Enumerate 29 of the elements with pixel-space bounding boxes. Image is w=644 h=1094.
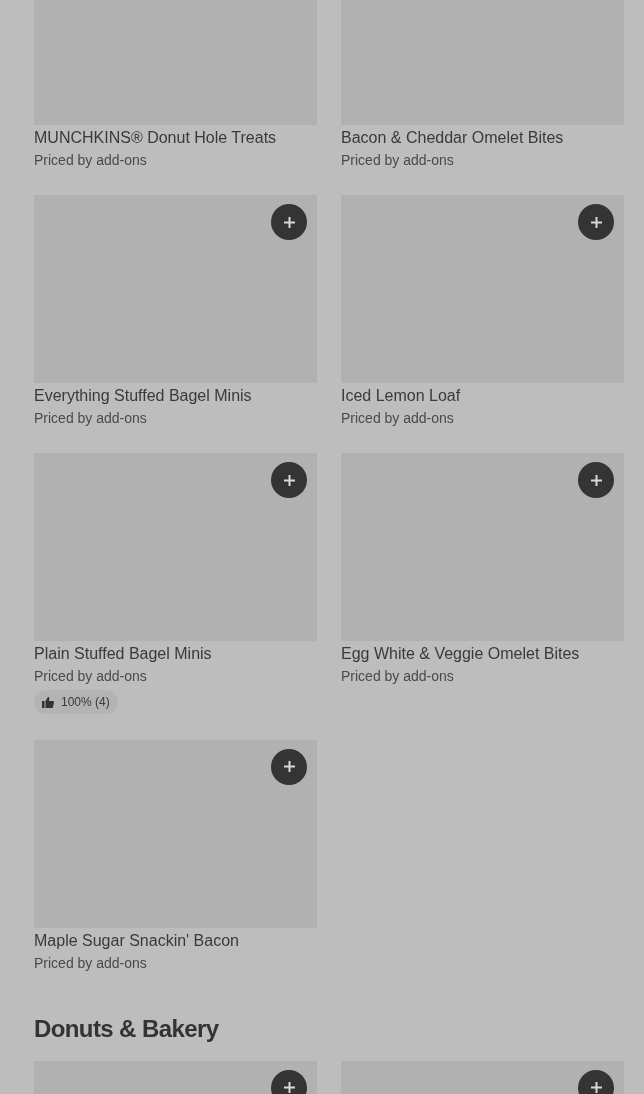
price-text: Priced by add-ons [34, 409, 148, 428]
price-text: Priced by add-ons [341, 667, 455, 686]
price-text: Priced by add-ons [341, 151, 455, 170]
plus-icon [282, 760, 296, 773]
price-text: Priced by add-ons [34, 151, 148, 170]
item-title: Everything Stuffed Bagel Minis [34, 386, 253, 406]
item-title: MUNCHKINS® Donut Hole Treats [34, 128, 278, 148]
plus-icon [589, 1081, 603, 1094]
add-button[interactable] [578, 462, 614, 498]
item-title: Maple Sugar Snackin' Bacon [34, 930, 240, 951]
item-title: Bacon & Cheddar Omelet Bites [341, 128, 565, 148]
item-title: Plain Stuffed Bagel Minis [34, 644, 213, 664]
plus-icon [282, 473, 296, 487]
item-title: Iced Lemon Loaf [341, 386, 462, 406]
rating-text: 100% (4) [61, 694, 110, 711]
plus-icon [589, 215, 603, 229]
price-text: Priced by add-ons [341, 409, 455, 428]
add-button[interactable] [271, 748, 307, 785]
thumbs-up-icon [42, 696, 54, 708]
plus-icon [589, 473, 603, 487]
section-heading: Donuts & Bakery [34, 1014, 220, 1043]
price-text: Priced by add-ons [34, 953, 148, 973]
add-button[interactable] [271, 462, 307, 498]
item-title: Egg White & Veggie Omelet Bites [341, 644, 581, 664]
add-button[interactable] [578, 204, 614, 240]
add-button[interactable] [271, 204, 307, 240]
plus-icon [282, 215, 296, 229]
price-text: Priced by add-ons [34, 667, 148, 686]
plus-icon [282, 1081, 296, 1094]
